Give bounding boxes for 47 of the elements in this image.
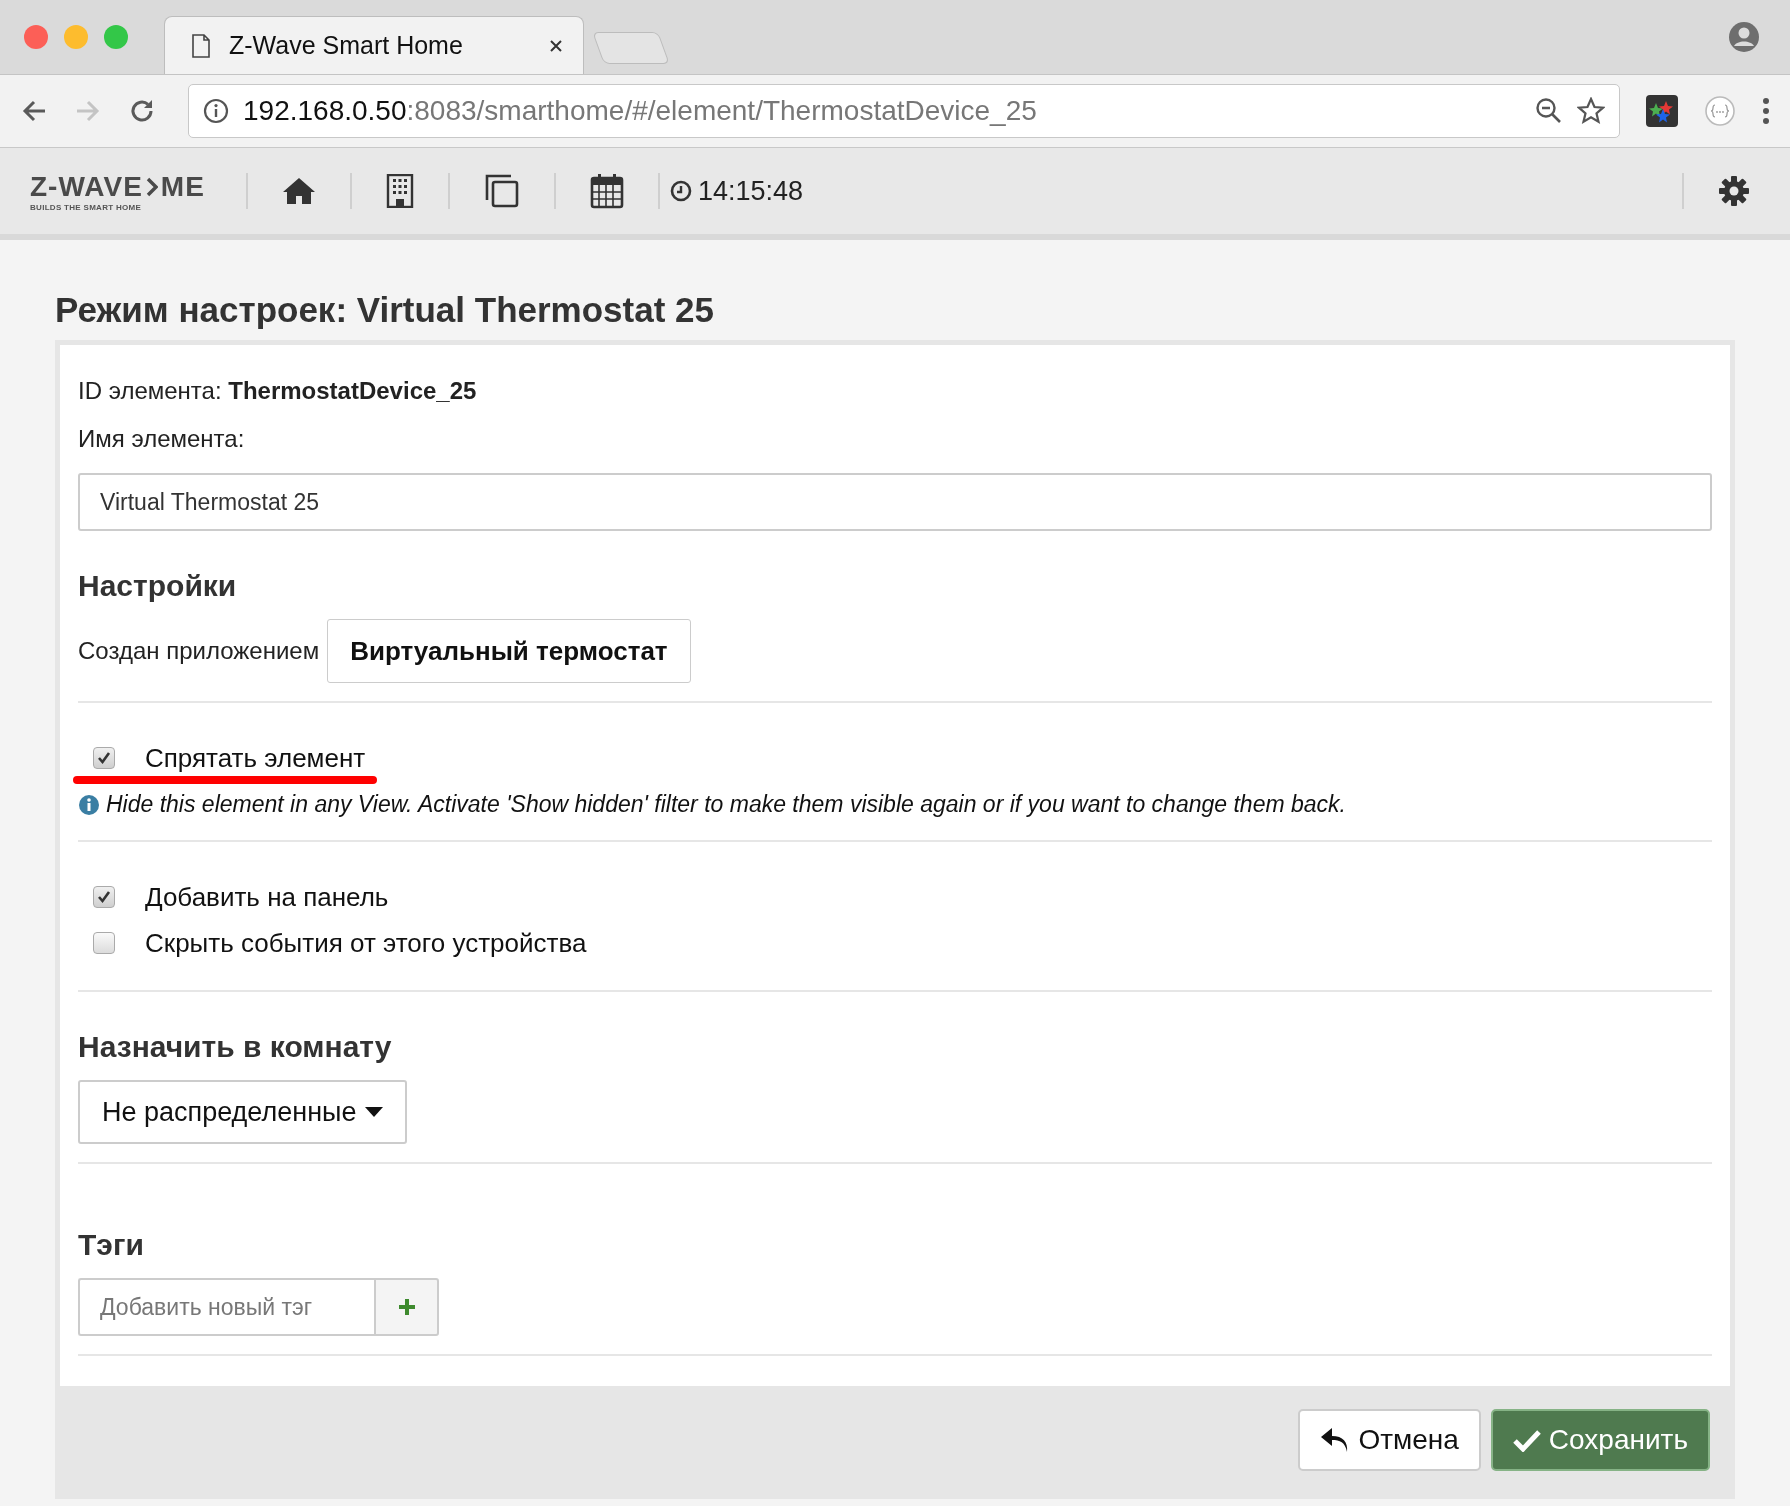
calendar-icon[interactable] xyxy=(590,173,624,209)
hint-text: Hide this element in any View. Activate 'Show hidden' filter to make them visible again or if you want to change them back. xyxy=(106,791,1346,818)
zoom-out-icon[interactable] xyxy=(1535,97,1563,125)
app-button[interactable]: Виртуальный термостат xyxy=(327,619,691,683)
building-icon[interactable] xyxy=(386,174,414,208)
check-icon xyxy=(97,890,111,904)
info-icon xyxy=(78,793,100,816)
created-by-label: Создан приложением xyxy=(78,637,320,665)
check-icon xyxy=(97,751,111,765)
settings-icon[interactable] xyxy=(1718,175,1750,207)
plus-icon xyxy=(397,1298,416,1316)
new-tag-field[interactable]: Добавить новый тэг xyxy=(78,1278,374,1336)
option-label: Добавить на панель xyxy=(145,881,389,913)
element-name-label: Имя элемента: xyxy=(78,425,246,453)
cancel-button[interactable]: Отмена xyxy=(1298,1409,1481,1471)
check-icon xyxy=(1512,1428,1541,1452)
url-text: 192.168.0.50:8083/smarthome/#/element/ThermostatDevice_25 xyxy=(243,95,1037,127)
checkbox[interactable] xyxy=(93,747,115,769)
add-tag-button[interactable] xyxy=(374,1278,439,1336)
save-button[interactable]: Сохранить xyxy=(1490,1409,1710,1471)
home-icon[interactable] xyxy=(282,176,316,206)
profile-icon[interactable] xyxy=(1728,21,1760,53)
room-heading: Назначить в комнату xyxy=(78,1030,393,1064)
page-title: Режим настроек: Virtual Thermostat 25 xyxy=(55,289,715,331)
hide-element-label: Спрятать элемент xyxy=(145,742,366,774)
address-field[interactable]: 192.168.0.50:8083/smarthome/#/element/ThermostatDevice_25 xyxy=(188,84,1620,138)
tab-title: Z-Wave Smart Home xyxy=(229,31,464,60)
option-label: Скрыть события от этого устройства xyxy=(145,927,587,959)
copy-icon[interactable] xyxy=(484,173,520,209)
settings-heading: Настройки xyxy=(78,569,238,603)
info-icon[interactable] xyxy=(203,98,229,124)
clock-time: 14:15:48 xyxy=(698,175,804,207)
browser-tab[interactable]: Z-Wave Smart Home xyxy=(164,16,584,74)
tags-heading: Тэги xyxy=(78,1228,145,1262)
element-id-text: ID элемента: ThermostatDevice_25 xyxy=(78,377,478,405)
logo[interactable]: Z-WAVE ME BUILDS THE SMART HOME xyxy=(30,170,210,212)
room-dropdown[interactable]: Не распределенные xyxy=(78,1080,407,1144)
checkbox[interactable] xyxy=(93,932,115,954)
document-icon xyxy=(191,33,211,58)
checkbox[interactable] xyxy=(93,886,115,908)
star-icon[interactable] xyxy=(1577,97,1605,125)
clock-icon xyxy=(670,180,692,202)
caret-icon xyxy=(364,1107,383,1117)
element-name-field[interactable]: Virtual Thermostat 25 xyxy=(78,473,1712,531)
menu-icon[interactable] xyxy=(1762,97,1770,125)
extension-stars-icon[interactable] xyxy=(1646,95,1678,127)
close-tab-icon[interactable] xyxy=(549,38,563,53)
